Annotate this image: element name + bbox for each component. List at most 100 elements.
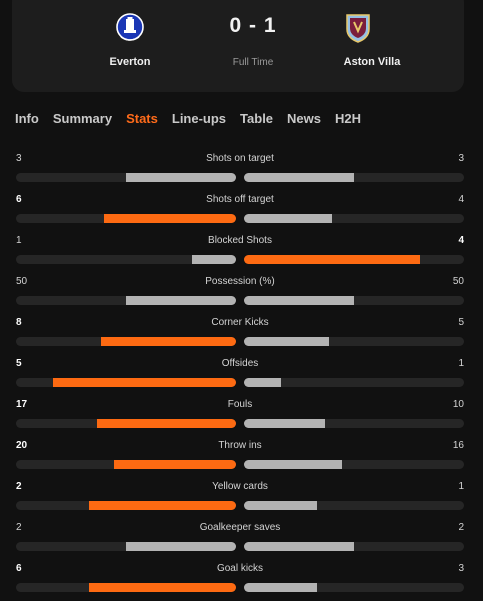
away-stat-bar	[244, 583, 464, 592]
away-stat-bar	[244, 173, 464, 182]
stat-row: 5 Offsides 1	[0, 358, 483, 399]
away-stat-value: 3	[458, 563, 464, 574]
home-stat-bar	[16, 378, 236, 387]
home-stat-bar	[16, 214, 236, 223]
away-stat-bar	[244, 460, 464, 469]
away-stat-bar-fill	[244, 255, 420, 264]
stat-row: 3 Shots on target 3	[0, 153, 483, 194]
tab-stats[interactable]: Stats	[126, 111, 158, 127]
away-stat-value: 3	[458, 153, 464, 164]
tab-h2h[interactable]: H2H	[335, 111, 361, 127]
home-stat-value: 3	[16, 153, 22, 164]
away-stat-bar-fill	[244, 296, 354, 305]
home-stat-value: 1	[16, 235, 22, 246]
away-stat-bar	[244, 214, 464, 223]
stat-row: 6 Shots off target 4	[0, 194, 483, 235]
home-team-name[interactable]: Everton	[70, 56, 190, 68]
home-stat-value: 2	[16, 522, 22, 533]
tab-news[interactable]: News	[287, 111, 321, 127]
home-stat-value: 6	[16, 563, 22, 574]
match-tabs: Info Summary Stats Line-ups Table News H…	[15, 111, 375, 127]
match-status: Full Time	[232, 57, 274, 68]
stat-label: Fouls	[227, 399, 253, 410]
tab-info[interactable]: Info	[15, 111, 39, 127]
match-header: 0 - 1 Everton Full Time Aston Villa	[12, 0, 464, 92]
stat-row: 50 Possession (%) 50	[0, 276, 483, 317]
stat-label: Possession (%)	[205, 276, 275, 287]
away-stat-bar	[244, 296, 464, 305]
stat-row: 1 Blocked Shots 4	[0, 235, 483, 276]
away-stat-value: 5	[458, 317, 464, 328]
home-stat-bar-fill	[126, 173, 236, 182]
tab-summary[interactable]: Summary	[53, 111, 112, 127]
home-stat-bar-fill	[101, 337, 236, 346]
away-stat-value: 4	[458, 235, 464, 246]
home-stat-bar	[16, 419, 236, 428]
away-stat-value: 4	[458, 194, 464, 205]
away-stat-value: 10	[452, 399, 464, 410]
away-stat-bar-fill	[244, 460, 342, 469]
away-stat-bar	[244, 378, 464, 387]
home-stat-bar-fill	[104, 214, 236, 223]
home-stat-bar	[16, 255, 236, 264]
stat-label: Shots off target	[206, 194, 274, 205]
stat-row: 6 Goal kicks 3	[0, 563, 483, 601]
stat-label: Goalkeeper saves	[199, 522, 281, 533]
away-stat-bar-fill	[244, 542, 354, 551]
stat-row: 2 Goalkeeper saves 2	[0, 522, 483, 563]
home-stat-value: 8	[16, 317, 22, 328]
stat-label: Offsides	[221, 358, 259, 369]
stat-label: Corner Kicks	[211, 317, 269, 328]
home-stat-bar-fill	[192, 255, 236, 264]
home-stat-bar	[16, 337, 236, 346]
away-stat-bar	[244, 419, 464, 428]
home-stat-bar	[16, 173, 236, 182]
home-stat-value: 2	[16, 481, 22, 492]
stat-row: 20 Throw ins 16	[0, 440, 483, 481]
stat-label: Throw ins	[218, 440, 262, 451]
stat-label: Yellow cards	[212, 481, 268, 492]
home-stat-bar-fill	[114, 460, 236, 469]
aston-villa-crest-icon[interactable]	[340, 10, 376, 46]
away-stat-bar	[244, 337, 464, 346]
stat-label: Blocked Shots	[208, 235, 272, 246]
home-stat-bar	[16, 501, 236, 510]
away-stat-bar-fill	[244, 173, 354, 182]
away-stat-bar-fill	[244, 337, 329, 346]
home-stat-value: 50	[16, 276, 28, 287]
home-stat-bar-fill	[53, 378, 236, 387]
home-stat-value: 20	[16, 440, 28, 451]
home-stat-bar	[16, 542, 236, 551]
everton-crest-icon[interactable]	[112, 10, 148, 46]
home-stat-bar-fill	[89, 501, 236, 510]
home-stat-value: 5	[16, 358, 22, 369]
away-stat-value: 2	[458, 522, 464, 533]
away-stat-value: 1	[458, 481, 464, 492]
stat-label: Shots on target	[206, 153, 274, 164]
stat-row: 2 Yellow cards 1	[0, 481, 483, 522]
home-stat-bar-fill	[97, 419, 236, 428]
home-stat-bar-fill	[89, 583, 236, 592]
home-stat-bar	[16, 583, 236, 592]
away-stat-bar	[244, 255, 464, 264]
away-team-name[interactable]: Aston Villa	[312, 56, 432, 68]
stats-list: 3 Shots on target 3 6 Shots off target 4 1 Bloc…	[0, 153, 483, 601]
home-stat-bar-fill	[126, 542, 236, 551]
home-stat-bar	[16, 296, 236, 305]
stat-row: 17 Fouls 10	[0, 399, 483, 440]
tab-table[interactable]: Table	[240, 111, 273, 127]
away-stat-bar	[244, 542, 464, 551]
match-score: 0 - 1	[229, 14, 277, 37]
tab-line-ups[interactable]: Line-ups	[172, 111, 226, 127]
home-stat-value: 17	[16, 399, 28, 410]
away-stat-bar-fill	[244, 214, 332, 223]
away-stat-bar-fill	[244, 378, 281, 387]
away-stat-bar-fill	[244, 419, 325, 428]
away-stat-bar	[244, 501, 464, 510]
away-stat-bar-fill	[244, 583, 317, 592]
stat-row: 8 Corner Kicks 5	[0, 317, 483, 358]
away-stat-value: 16	[452, 440, 464, 451]
away-stat-value: 50	[452, 276, 464, 287]
away-stat-bar-fill	[244, 501, 317, 510]
home-stat-bar-fill	[126, 296, 236, 305]
